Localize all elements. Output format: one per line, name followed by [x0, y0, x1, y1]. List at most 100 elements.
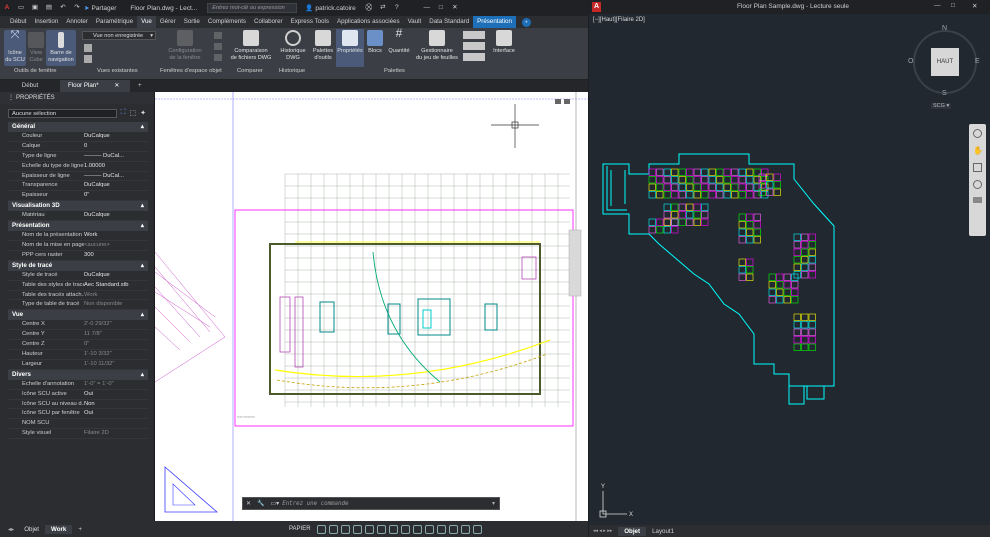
property-row[interactable]: Centre Z 0" — [8, 340, 148, 351]
property-value[interactable]: Oui — [84, 409, 148, 418]
help-icon[interactable]: ? — [392, 3, 402, 13]
search-input[interactable]: Entrez mot-clé ou expression — [207, 3, 298, 13]
property-value[interactable]: 1'-0" = 1'-0" — [84, 380, 148, 389]
section-general[interactable]: Général ▴ — [8, 122, 148, 132]
paper-space-toggle[interactable]: PAPIER — [289, 526, 311, 532]
user-icon[interactable]: 👤 — [305, 4, 313, 12]
property-row[interactable]: Table des tracés attach... Work — [8, 291, 148, 301]
collapse-icon[interactable]: ▴ — [141, 221, 144, 231]
tab-vault[interactable]: Vault — [404, 16, 426, 28]
tab-gerer[interactable]: Gérer — [156, 16, 180, 28]
property-value[interactable]: ——— DuCal... — [84, 172, 148, 181]
property-value[interactable]: 1.00000 — [84, 162, 148, 171]
ortho-icon[interactable] — [340, 524, 350, 534]
pickadd-icon[interactable]: ✦ — [140, 109, 146, 117]
property-value[interactable]: Non — [84, 400, 148, 409]
section-presentation[interactable]: Présentation ▴ — [8, 221, 148, 232]
property-value[interactable]: Work — [84, 231, 148, 240]
annotation-icon[interactable] — [400, 524, 410, 534]
property-value[interactable]: 0" — [84, 340, 148, 349]
otrack-icon[interactable] — [376, 524, 386, 534]
viewport-config-button[interactable]: Configuration de la fenêtre — [160, 30, 210, 61]
property-value[interactable]: DuCalque — [84, 271, 148, 280]
property-row[interactable]: Matériau DuCalque — [8, 211, 148, 222]
property-value[interactable]: 1'-10 11/32" — [84, 360, 148, 369]
property-row[interactable]: Table des styles de tracé Aec Standard.st… — [8, 281, 148, 291]
view-manager-icon[interactable] — [84, 44, 92, 52]
section-vue[interactable]: Vue ▴ — [8, 310, 148, 321]
compare-dwg-button[interactable]: Comparaison de fichiers DWG — [228, 30, 274, 61]
property-row[interactable]: Epaisseur de ligne ——— DuCal... — [8, 172, 148, 182]
close-icon[interactable]: ✕ — [450, 3, 460, 13]
ribbon-toggle-icon[interactable]: • — [521, 17, 531, 27]
layout-tab-work[interactable]: Work — [45, 524, 73, 534]
workspace-icon[interactable] — [412, 524, 422, 534]
command-history-icon[interactable]: ▭▾ — [268, 500, 283, 507]
select-objects-icon[interactable]: ⬚ — [130, 109, 137, 117]
tab-sortie[interactable]: Sortie — [180, 16, 204, 28]
autocad-logo-icon[interactable]: A — [592, 2, 601, 12]
ucs-icon-button[interactable]: ⤧ Icône du SCU — [4, 30, 26, 66]
tab-insertion[interactable]: Insertion — [31, 16, 63, 28]
tab-express-tools[interactable]: Express Tools — [287, 16, 333, 28]
tab-complements[interactable]: Compléments — [204, 16, 250, 28]
view-icon[interactable] — [84, 55, 92, 63]
property-row[interactable]: Echelle du type de ligne 1.00000 — [8, 162, 148, 172]
property-row[interactable]: NOM SCU — [8, 419, 148, 430]
user-name[interactable]: patrick.catoire — [315, 5, 355, 12]
tab-vue[interactable]: Vue — [137, 16, 156, 28]
property-value[interactable]: 0" — [84, 191, 148, 200]
plus-icon[interactable] — [424, 524, 434, 534]
doc-tab-debut[interactable]: Début — [0, 80, 60, 92]
property-row[interactable]: Centre X 2'-0 29/32" — [8, 320, 148, 331]
maximize-icon[interactable]: □ — [951, 2, 955, 9]
saved-views-dropdown[interactable]: Vue non enregistrée ▾ — [82, 31, 156, 40]
sheet-set-manager-button[interactable]: Gestionnaire du jeu de feuilles — [414, 30, 460, 61]
dwg-history-button[interactable]: Historique DWG — [278, 30, 308, 61]
section-divers[interactable]: Divers ▴ — [8, 369, 148, 380]
property-row[interactable]: PPP cers raster 300 — [8, 251, 148, 261]
cart-icon[interactable]: ⛒ — [364, 3, 374, 13]
save-icon[interactable]: ▣ — [30, 3, 40, 13]
share-button[interactable]: Partager — [91, 5, 116, 12]
lineweight-icon[interactable] — [388, 524, 398, 534]
add-layout-icon[interactable]: + — [78, 526, 82, 533]
selection-dropdown[interactable]: Aucune sélection — [8, 108, 117, 118]
tab-annoter[interactable]: Annoter — [62, 16, 92, 28]
tab-collaborer[interactable]: Collaborer — [250, 16, 287, 28]
tool-palettes-button[interactable]: Palettes d'outils — [310, 30, 336, 61]
property-value[interactable]: 300 — [84, 251, 148, 260]
layout-scroll-icon[interactable]: ◂▸ — [8, 526, 14, 533]
layout-tab-layout1[interactable]: Layout1 — [646, 527, 680, 536]
close-icon[interactable]: ✕ — [972, 2, 977, 10]
property-value[interactable]: <aucune> — [84, 241, 148, 250]
command-line[interactable]: ✕ 🔧 ▭▾ Entrez une commande ▾ — [242, 497, 500, 510]
property-value[interactable]: 1'-10 3/32" — [84, 350, 148, 359]
blocks-button[interactable]: Blocs — [366, 30, 384, 55]
maximize-icon[interactable]: □ — [436, 3, 446, 13]
property-row[interactable]: Nom de la mise en page <aucune> — [8, 241, 148, 251]
collapse-icon[interactable]: ▴ — [141, 122, 144, 132]
open-file-icon[interactable]: ▭ — [16, 3, 26, 13]
property-value[interactable]: ——— DuCal... — [84, 152, 148, 161]
property-value[interactable]: DuCalque — [84, 132, 148, 141]
isolate-icon[interactable] — [436, 524, 446, 534]
navigation-bar-button[interactable]: Barre de navigation — [46, 30, 76, 66]
minimize-icon[interactable]: — — [422, 3, 432, 13]
property-row[interactable]: Style de tracé DuCalque — [8, 271, 148, 281]
viewport-tools-icons[interactable] — [214, 32, 222, 62]
osnap-icon[interactable] — [364, 524, 374, 534]
property-value[interactable]: Aec Standard.stb — [84, 281, 148, 290]
properties-button[interactable]: Propriétés — [336, 29, 364, 67]
viewport-corner-icons[interactable] — [555, 99, 570, 104]
collapse-icon[interactable]: ▴ — [141, 310, 144, 320]
viewcube-button[interactable]: View Cube — [27, 30, 45, 63]
layout-tab-objet[interactable]: Objet — [18, 526, 45, 533]
share-icon[interactable]: ➤ — [84, 4, 89, 12]
property-value[interactable]: Work — [84, 291, 148, 300]
undo-icon[interactable]: ↶ — [58, 3, 68, 13]
property-value[interactable]: Oui — [84, 390, 148, 399]
doc-tab-floor-plan[interactable]: Floor Plan* ✕ — [60, 80, 130, 92]
close-command-icon[interactable]: ✕ — [243, 500, 254, 507]
property-row[interactable]: Type de table de tracé Non disponible — [8, 300, 148, 311]
